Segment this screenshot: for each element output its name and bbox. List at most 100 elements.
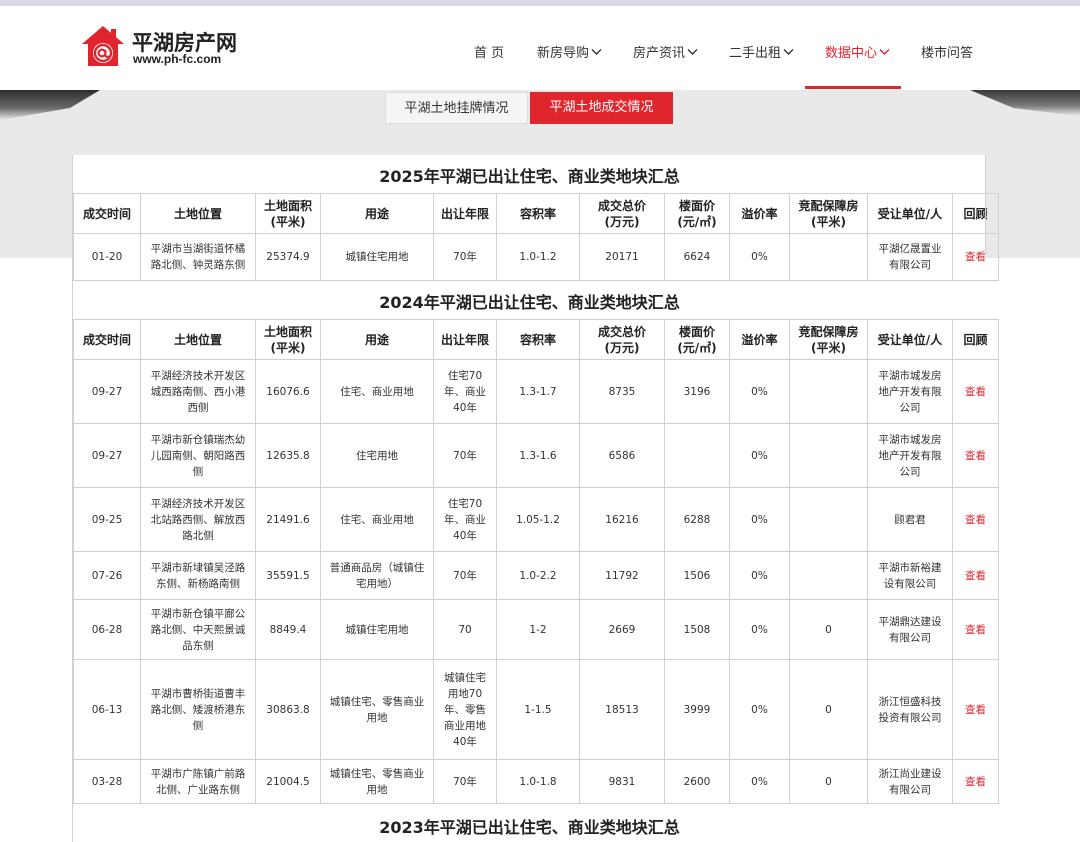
table-row: 03-28 平湖市广陈镇广前路北侧、广业路东侧 21004.5 城镇住宅、零售商业用地…: [73, 759, 999, 804]
header-far: 容积率: [496, 319, 580, 360]
site-url: www.ph-fc.com: [133, 52, 222, 66]
cell-total: 11792: [579, 551, 665, 600]
table-row: 07-26 平湖市新埭镇吴泾路东侧、新杨路南侧 35591.5 普通商品房（城镇住宅用…: [73, 551, 999, 600]
cell-area: 12635.8: [255, 423, 321, 488]
cell-date: 09-27: [73, 359, 141, 424]
cell-use: 城镇住宅、零售商业用地: [320, 759, 434, 804]
cell-review: 查看: [952, 599, 999, 660]
cell-housing: 0: [789, 599, 868, 660]
nav-item-news[interactable]: 房产资讯: [633, 42, 698, 61]
cell-use: 城镇住宅用地: [320, 233, 434, 281]
header-date: 成交时间: [73, 319, 141, 360]
header-total: 成交总价 (万元): [579, 319, 665, 360]
header-housing: 竞配保障房 (平米): [789, 193, 868, 234]
cell-location: 平湖市新仓镇瑞杰幼儿园南侧、朝阳路西侧: [140, 423, 256, 488]
cell-premium: 0%: [729, 659, 790, 760]
cell-floor-price: 2600: [664, 759, 730, 804]
cell-date: 09-25: [73, 487, 141, 552]
cell-date: 01-20: [73, 233, 141, 281]
view-link[interactable]: 查看: [965, 386, 986, 398]
banner-decoration-right: [970, 90, 1080, 116]
cell-location: 平湖市新仓镇平廊公路北侧、中天熙景诚品东侧: [140, 599, 256, 660]
cell-total: 9831: [579, 759, 665, 804]
cell-premium: 0%: [729, 551, 790, 600]
cell-floor-price: 6288: [664, 487, 730, 552]
cell-use: 住宅、商业用地: [320, 487, 434, 552]
header-floor-price: 楼面价 (元/㎡): [664, 319, 730, 360]
header-review: 回顾: [952, 193, 999, 234]
tab-land-listing[interactable]: 平湖土地挂牌情况: [385, 92, 528, 124]
chevron-down-icon: [591, 49, 602, 55]
view-link[interactable]: 查看: [965, 776, 986, 788]
header-date: 成交时间: [73, 193, 141, 234]
site-logo[interactable]: 平湖房产网 www.ph-fc.com: [80, 24, 250, 70]
cell-buyer: 平湖市新裕建设有限公司: [867, 551, 953, 600]
cell-buyer: 平湖亿晟置业有限公司: [867, 233, 953, 281]
cell-term: 70年: [433, 759, 497, 804]
header-use: 用途: [320, 193, 434, 234]
cell-buyer: 浙江尚业建设有限公司: [867, 759, 953, 804]
header-buyer: 受让单位/人: [867, 319, 953, 360]
cell-housing: [789, 359, 868, 424]
cell-premium: 0%: [729, 423, 790, 488]
cell-review: 查看: [952, 551, 999, 600]
header-total: 成交总价 (万元): [579, 193, 665, 234]
banner-decoration-left: [0, 90, 100, 120]
chevron-down-icon: [879, 49, 890, 55]
cell-location: 平湖市新埭镇吴泾路东侧、新杨路南侧: [140, 551, 256, 600]
cell-far: 1.3-1.7: [496, 359, 580, 424]
table-row: 09-27 平湖市新仓镇瑞杰幼儿园南侧、朝阳路西侧 12635.8 住宅用地 70年 1.…: [73, 423, 999, 488]
nav-item-resale-rental[interactable]: 二手出租: [729, 42, 794, 61]
header-premium: 溢价率: [729, 319, 790, 360]
nav-item-data-center[interactable]: 数据中心: [825, 42, 890, 61]
cell-far: 1.0-1.8: [496, 759, 580, 804]
nav-item-qa[interactable]: 楼市问答: [921, 42, 973, 61]
section-title-2025: 2025年平湖已出让住宅、商业类地块汇总: [379, 167, 680, 186]
table-row: 01-20 平湖市当湖街道怀橘路北侧、钟灵路东侧 25374.9 城镇住宅用地 …: [73, 233, 999, 281]
cell-date: 07-26: [73, 551, 141, 600]
view-link[interactable]: 查看: [965, 704, 986, 716]
nav-item-home[interactable]: 首 页: [474, 42, 504, 61]
table-body-2024: 09-27 平湖经济技术开发区城西路南侧、西小港西侧 16076.6 住宅、商业用地住…: [73, 359, 999, 804]
cell-total: 16216: [579, 487, 665, 552]
cell-premium: 0%: [729, 599, 790, 660]
cell-buyer: 顾君君: [867, 487, 953, 552]
cell-review: 查看: [952, 359, 999, 424]
cell-term: 70: [433, 599, 497, 660]
nav-item-new-homes[interactable]: 新房导购: [537, 42, 602, 61]
cell-area: 21491.6: [255, 487, 321, 552]
cell-location: 平湖市广陈镇广前路北侧、广业路东侧: [140, 759, 256, 804]
cell-buyer: 平湖市城发房地产开发有限公司: [867, 423, 953, 488]
header-housing: 竞配保障房 (平米): [789, 319, 868, 360]
cell-review: 查看: [952, 423, 999, 488]
view-link[interactable]: 查看: [965, 570, 986, 582]
transactions-panel: 2025年平湖已出让住宅、商业类地块汇总 成交时间 土地位置 土地面积 (平米) …: [72, 155, 999, 842]
cell-floor-price: [664, 423, 730, 488]
cell-location: 平湖市曹桥街道曹丰路北侧、矮渡桥港东侧: [140, 659, 256, 760]
header-far: 容积率: [496, 193, 580, 234]
view-link[interactable]: 查看: [965, 514, 986, 526]
cell-area: 30863.8: [255, 659, 321, 760]
cell-buyer: 平湖市城发房地产开发有限公司: [867, 359, 953, 424]
cell-housing: 0: [789, 659, 868, 760]
cell-total: 8735: [579, 359, 665, 424]
cell-term: 70年: [433, 551, 497, 600]
header-use: 用途: [320, 319, 434, 360]
cell-buyer: 浙江恒盛科技投资有限公司: [867, 659, 953, 760]
cell-area: 16076.6: [255, 359, 321, 424]
cell-floor-price: 3196: [664, 359, 730, 424]
cell-housing: [789, 551, 868, 600]
cell-floor-price: 6624: [664, 233, 730, 281]
view-link[interactable]: 查看: [965, 624, 986, 636]
cell-review: 查看: [952, 759, 999, 804]
cell-total: 18513: [579, 659, 665, 760]
cell-housing: 0: [789, 759, 868, 804]
tab-land-transactions[interactable]: 平湖土地成交情况: [530, 92, 673, 124]
cell-term: 住宅70年、商业40年: [433, 487, 497, 552]
cell-location: 平湖经济技术开发区城西路南侧、西小港西侧: [140, 359, 256, 424]
cell-buyer: 平湖鼎达建设有限公司: [867, 599, 953, 660]
cell-floor-price: 1506: [664, 551, 730, 600]
view-link[interactable]: 查看: [965, 251, 986, 263]
cell-location: 平湖市当湖街道怀橘路北侧、钟灵路东侧: [140, 233, 256, 281]
view-link[interactable]: 查看: [965, 450, 986, 462]
